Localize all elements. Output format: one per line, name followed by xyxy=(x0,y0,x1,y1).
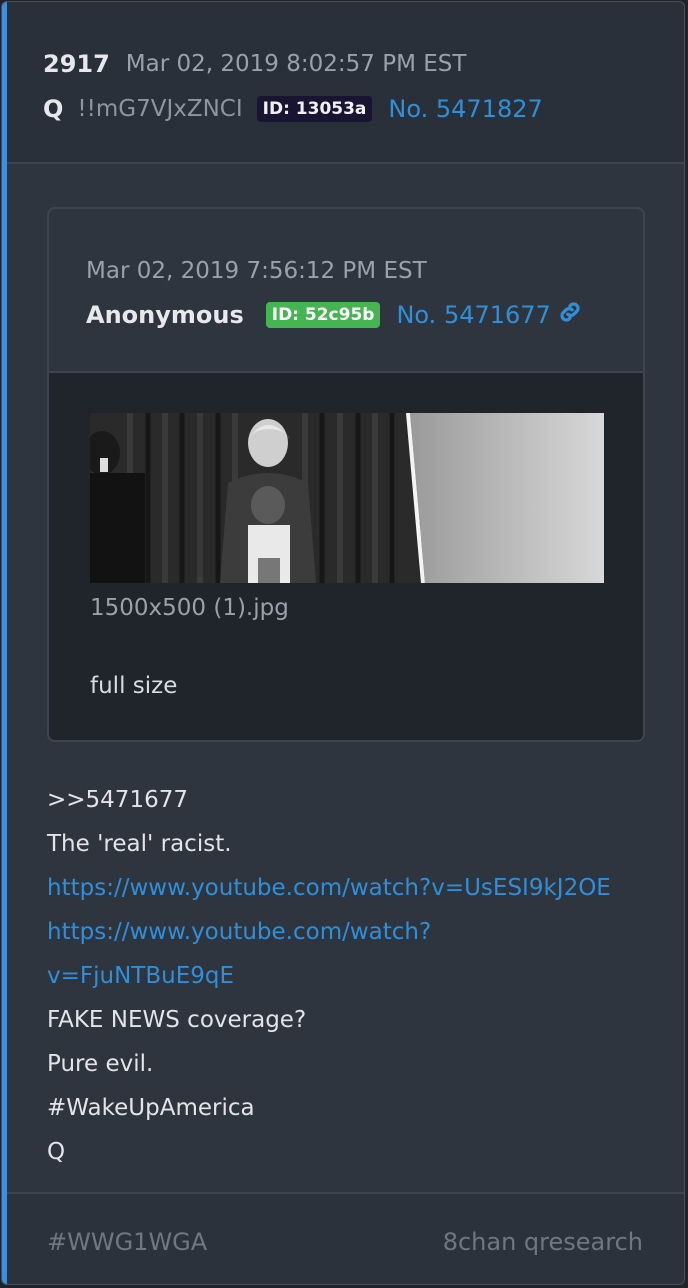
image-filename[interactable]: 1500x500 (1).jpg xyxy=(90,595,289,621)
post-message: >>5471677 The 'real' racist. https://www… xyxy=(47,778,667,1174)
message-line: The 'real' racist. xyxy=(47,831,232,857)
link-icon[interactable] xyxy=(557,299,583,331)
post-meta-row: 2917 Mar 02, 2019 8:02:57 PM EST xyxy=(43,46,466,82)
footer-hashtag: #WWG1WGA xyxy=(47,1228,208,1256)
full-size-link[interactable]: full size xyxy=(90,673,177,699)
quoted-timestamp: Mar 02, 2019 7:56:12 PM EST xyxy=(86,258,427,284)
message-line: #WakeUpAmerica xyxy=(47,1095,255,1121)
quoted-id-badge: ID: 52c95b xyxy=(265,302,381,328)
post-number: 2917 xyxy=(43,50,110,78)
quoted-meta-row: Mar 02, 2019 7:56:12 PM EST xyxy=(86,253,427,289)
post-author-row: Q !!mG7VJxZNCI ID: 13053a No. 5471827 xyxy=(43,91,543,127)
message-signature: Q xyxy=(47,1139,66,1165)
accent-bar xyxy=(2,2,7,1284)
quoted-post-number-link[interactable]: No. 5471677 xyxy=(396,301,550,329)
post-author: Q xyxy=(43,95,64,123)
quoted-post: Mar 02, 2019 7:56:12 PM EST Anonymous ID… xyxy=(47,207,645,742)
post-card: 2917 Mar 02, 2019 8:02:57 PM EST Q !!mG7… xyxy=(1,1,685,1285)
post-header: 2917 Mar 02, 2019 8:02:57 PM EST Q !!mG7… xyxy=(7,2,684,164)
message-line: Pure evil. xyxy=(47,1051,154,1077)
quoted-post-header: Mar 02, 2019 7:56:12 PM EST Anonymous ID… xyxy=(49,209,643,373)
youtube-link-2-part2[interactable]: v=FjuNTBuE9qE xyxy=(47,954,667,998)
youtube-link-1[interactable]: https://www.youtube.com/watch?v=UsESI9kJ… xyxy=(47,866,667,910)
post-number-link[interactable]: No. 5471827 xyxy=(388,95,542,123)
youtube-link-2-part1[interactable]: https://www.youtube.com/watch? xyxy=(47,910,667,954)
reply-reference[interactable]: >>5471677 xyxy=(47,778,667,822)
message-line: FAKE NEWS coverage? xyxy=(47,1007,307,1033)
post-footer: #WWG1WGA 8chan qresearch xyxy=(7,1192,684,1284)
quoted-author: Anonymous xyxy=(86,301,244,329)
quoted-post-body: 1500x500 (1).jpg full size xyxy=(49,373,643,740)
attached-image[interactable] xyxy=(90,413,604,583)
post-tripcode: !!mG7VJxZNCI xyxy=(77,96,243,122)
post-timestamp: Mar 02, 2019 8:02:57 PM EST xyxy=(125,51,467,77)
footer-source: 8chan qresearch xyxy=(442,1228,643,1256)
poster-id-badge: ID: 13053a xyxy=(256,96,373,122)
quoted-author-row: Anonymous ID: 52c95b No. 5471677 xyxy=(86,297,583,333)
